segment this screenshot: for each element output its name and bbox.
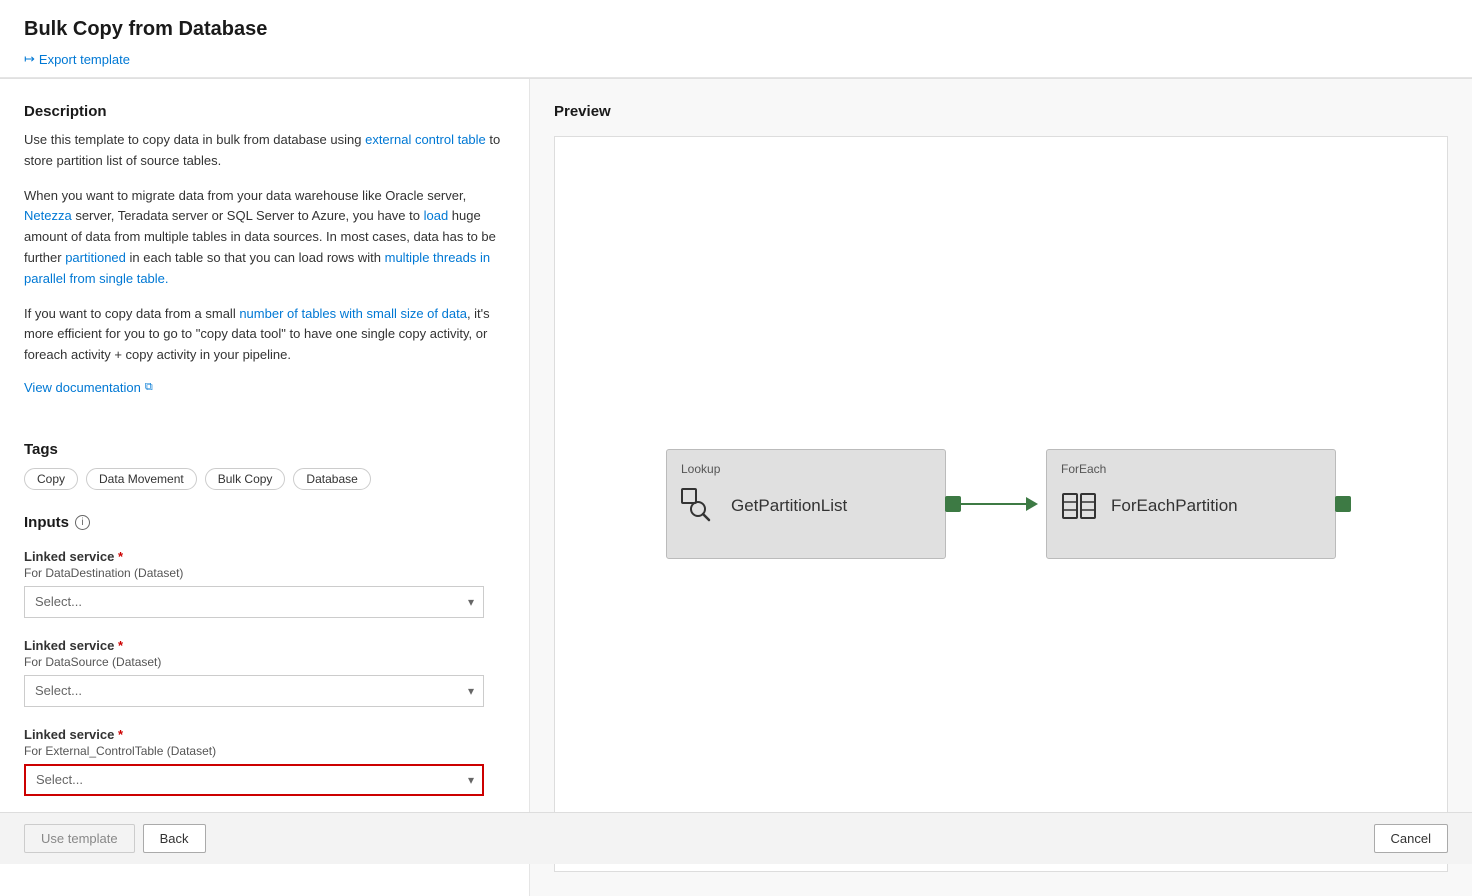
tags-section: Tags Copy Data Movement Bulk Copy Databa… [24,441,505,490]
required-marker-2: * [118,638,123,653]
tags-title: Tags [24,441,505,458]
inputs-title-row: Inputs i [24,514,505,531]
inputs-info-icon: i [75,515,90,530]
select-wrapper-datasource: Select... [24,675,484,707]
tags-container: Copy Data Movement Bulk Copy Database [24,468,505,490]
required-marker-1: * [118,549,123,564]
back-button[interactable]: Back [143,824,206,853]
export-template-label: Export template [39,52,130,67]
tag-data-movement: Data Movement [86,468,197,490]
footer-right: Cancel [1374,824,1448,853]
field-label-datasource: Linked service * [24,638,505,653]
field-group-controltable: Linked service * For External_ControlTab… [24,727,505,796]
export-arrow-icon: ↦ [24,51,35,67]
select-wrapper-controltable: Select... [24,764,484,796]
inputs-title: Inputs [24,514,69,531]
description-title: Description [24,103,505,120]
footer-bar: Use template Back Cancel [0,812,1472,864]
field-sub-label-datasource: For DataSource (Dataset) [24,655,505,669]
lookup-node-body: GetPartitionList [681,488,931,524]
preview-title: Preview [554,103,1448,120]
field-sub-label-controltable: For External_ControlTable (Dataset) [24,744,505,758]
lookup-node-name: GetPartitionList [731,496,847,516]
description-para3: If you want to copy data from a small nu… [24,304,505,366]
description-para1: Use this template to copy data in bulk f… [24,130,505,172]
page-title: Bulk Copy from Database [24,18,1448,41]
cancel-button[interactable]: Cancel [1374,824,1448,853]
view-docs-link[interactable]: View documentation ⧉ [24,380,153,395]
use-template-button[interactable]: Use template [24,824,135,853]
view-docs-label: View documentation [24,380,141,395]
field-label-destination: Linked service * [24,549,505,564]
field-label-controltable: Linked service * [24,727,505,742]
field-group-destination: Linked service * For DataDestination (Da… [24,549,505,618]
arrow-tip [1026,497,1038,511]
foreach-connector-right [1335,496,1351,512]
select-wrapper-destination: Select... [24,586,484,618]
right-panel: Preview Lookup [530,79,1472,896]
select-controltable[interactable]: Select... [24,764,484,796]
footer-left: Use template Back [24,824,206,853]
export-template-link[interactable]: ↦ Export template [24,51,130,67]
inputs-section: Inputs i Linked service * For DataDestin… [24,514,505,796]
lookup-node: Lookup GetPartitionList [666,449,946,559]
pipeline-diagram: Lookup GetPartitionList [666,449,1336,559]
left-panel: Description Use this template to copy da… [0,79,530,896]
foreach-node: ForEach ForEachPartition [1046,449,1336,559]
external-link-icon: ⧉ [145,381,153,394]
main-content: Description Use this template to copy da… [0,79,1472,896]
tag-bulk-copy: Bulk Copy [205,468,286,490]
foreach-node-body: ForEachPartition [1061,488,1321,524]
lookup-connector-right [945,496,961,512]
lookup-icon [681,488,717,524]
tag-database: Database [293,468,370,490]
description-para2: When you want to migrate data from your … [24,186,505,290]
foreach-icon [1061,488,1097,524]
foreach-node-name: ForEachPartition [1111,496,1238,516]
field-sub-label-destination: For DataDestination (Dataset) [24,566,505,580]
select-destination[interactable]: Select... [24,586,484,618]
foreach-node-type: ForEach [1061,462,1321,476]
description-section: Description Use this template to copy da… [24,103,505,417]
pipeline-container: Lookup GetPartitionList [555,137,1447,871]
select-datasource[interactable]: Select... [24,675,484,707]
required-marker-3: * [118,727,123,742]
field-group-datasource: Linked service * For DataSource (Dataset… [24,638,505,707]
preview-canvas: Lookup GetPartitionList [554,136,1448,872]
lookup-node-type: Lookup [681,462,931,476]
arrow-connector [946,497,1046,511]
page-header: Bulk Copy from Database ↦ Export templat… [0,0,1472,78]
tag-copy: Copy [24,468,78,490]
